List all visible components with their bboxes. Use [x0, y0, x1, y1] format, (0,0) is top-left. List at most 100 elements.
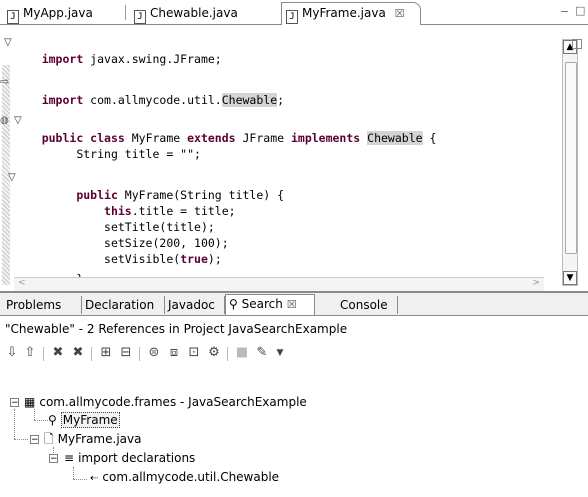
java-file-icon: J	[134, 10, 146, 24]
collapse-toggle-icon[interactable]: −	[10, 398, 19, 408]
scroll-down-icon[interactable]: ▼	[563, 271, 577, 285]
code-text: );	[207, 252, 222, 266]
code-line-7: setTitle(title);	[14, 203, 215, 234]
tree-row-imports[interactable]: ≡ import declarations	[64, 449, 195, 467]
code-keyword: import	[41, 93, 84, 107]
editor-ruler	[0, 25, 14, 291]
code-line-3: public class MyFrame extends JFrame impl…	[14, 114, 436, 145]
fold-toggle-icon[interactable]: ▽	[4, 37, 12, 48]
code-line-10: }	[14, 255, 83, 286]
code-line-9: setVisible(true);	[14, 235, 222, 266]
code-line-2: import com.allmycode.util.Chewable;	[14, 76, 284, 107]
tab-declaration[interactable]: Declaration	[82, 296, 165, 314]
tree-row-import[interactable]: ⇠ com.allmycode.util.Chewable	[90, 468, 279, 486]
group-package-icon[interactable]: ⧈	[165, 344, 183, 362]
editor-tab-label: MyFrame.java	[302, 6, 386, 20]
scroll-thumb[interactable]	[565, 62, 577, 254]
code-keyword: true	[180, 252, 208, 266]
overview-ruler-icon	[572, 39, 582, 49]
collapse-all-icon[interactable]: ⊟	[117, 344, 135, 362]
view-tab-bar: Problems Declaration Javadoc ⚲ Search ☒ …	[0, 293, 588, 316]
code-editor[interactable]: ▽ import javax.swing.JFrame; ⇨ import co…	[0, 25, 588, 292]
tree-label: import declarations	[78, 451, 196, 465]
close-tab-icon[interactable]: ☒	[287, 298, 297, 311]
tab-label: Declaration	[85, 298, 155, 312]
minimize-icon[interactable]: −	[560, 5, 569, 18]
tab-label: Problems	[6, 298, 62, 312]
tree-line	[73, 467, 74, 479]
editor-tab-label: Chewable.java	[150, 6, 238, 20]
arrow-marker-icon: ⇨	[0, 75, 10, 88]
tree-row-class[interactable]: ⚲ MyFrame	[48, 411, 120, 429]
code-text: ;	[277, 93, 285, 107]
editor-tab-chewable[interactable]: J Chewable.java	[130, 3, 270, 24]
tree-row-package[interactable]: ▦ com.allmycode.frames - JavaSearchExampl…	[24, 393, 307, 411]
tree-line	[14, 409, 15, 439]
close-tab-icon[interactable]: ☒	[395, 7, 405, 20]
editor-tab-bar: J MyApp.java J Chewable.java J MyFrame.java…	[0, 0, 588, 25]
code-text: javax.swing.JFrame;	[83, 52, 222, 66]
tab-label: Console	[340, 298, 388, 312]
code-highlight: Chewable	[367, 131, 423, 145]
search-summary: "Chewable" - 2 References in Project Jav…	[5, 322, 348, 336]
editor-tab-myframe[interactable]: J MyFrame.java ☒	[281, 2, 421, 25]
tree-line	[14, 439, 28, 440]
history-icon[interactable]: ✎	[253, 344, 271, 362]
import-icon: ⇠	[90, 473, 99, 484]
maximize-icon[interactable]: □	[575, 4, 585, 17]
tab-label: Search	[241, 297, 283, 311]
code-line-5: public MyFrame(String title) {	[14, 171, 284, 202]
code-text: String title = "";	[41, 147, 201, 161]
remove-all-icon[interactable]: ✖	[69, 344, 87, 362]
vertical-scrollbar[interactable]: ▲ ▼	[562, 39, 578, 286]
code-keyword: import	[41, 52, 84, 66]
toolbar-separator	[139, 347, 140, 361]
group-project-icon[interactable]: ⊜	[145, 344, 163, 362]
group-type-icon[interactable]: ⚙	[205, 344, 223, 362]
java-file-icon: J	[286, 10, 298, 24]
tree-line	[34, 420, 48, 421]
java-file-icon: 🗋	[44, 432, 54, 446]
collapse-toggle-icon[interactable]: −	[49, 454, 58, 464]
group-file-icon[interactable]: ⊡	[185, 344, 203, 362]
code-highlight: Chewable	[221, 93, 278, 107]
collapse-toggle-icon[interactable]: −	[30, 435, 39, 445]
code-text: {	[422, 131, 437, 145]
code-text: com.allmycode.util.	[83, 93, 222, 107]
toolbar-separator	[227, 347, 228, 361]
java-file-icon: J	[7, 10, 19, 24]
tab-divider	[125, 5, 126, 20]
bottom-view-panel: Problems Declaration Javadoc ⚲ Search ☒ …	[0, 291, 588, 497]
scroll-left-icon[interactable]: <	[18, 278, 26, 288]
code-line-8: setSize(200, 100);	[14, 219, 229, 250]
tab-javadoc[interactable]: Javadoc	[165, 296, 225, 314]
horizontal-scrollbar[interactable]: < >	[14, 277, 544, 292]
tab-problems[interactable]: Problems	[3, 296, 82, 314]
editor-tab-myapp[interactable]: J MyApp.java	[3, 3, 115, 24]
next-match-icon[interactable]: ⇩	[3, 344, 21, 362]
toolbar-separator	[91, 347, 92, 361]
code-line-1: import javax.swing.JFrame;	[14, 35, 222, 66]
implements-marker-icon: ◍	[0, 115, 9, 126]
tab-label: Javadoc	[168, 298, 215, 312]
toolbar-separator	[43, 347, 44, 361]
code-line-4: String title = "";	[14, 130, 201, 161]
tree-label: com.allmycode.frames - JavaSearchExample	[39, 395, 307, 409]
tree-label: com.allmycode.util.Chewable	[102, 470, 280, 484]
scroll-right-icon[interactable]: >	[532, 278, 540, 288]
tree-label: MyFrame	[60, 412, 120, 428]
imports-icon: ≡	[64, 451, 75, 465]
expand-all-icon[interactable]: ⊞	[97, 344, 115, 362]
history-dropdown-icon[interactable]: ▼	[271, 344, 289, 362]
code-line-6: this.title = title;	[14, 187, 236, 218]
tree-label: MyFrame.java	[57, 432, 142, 446]
cancel-search-icon[interactable]: ■	[233, 344, 251, 362]
package-icon: ▦	[24, 395, 36, 409]
remove-match-icon[interactable]: ✖	[49, 344, 67, 362]
tree-row-file[interactable]: 🗋 MyFrame.java	[44, 430, 141, 448]
tab-console[interactable]: Console	[334, 296, 398, 314]
previous-match-icon[interactable]: ⇧	[21, 344, 39, 362]
code-text: JFrame	[235, 131, 291, 145]
tab-search[interactable]: ⚲ Search ☒	[225, 294, 315, 315]
search-icon: ⚲	[229, 297, 238, 311]
